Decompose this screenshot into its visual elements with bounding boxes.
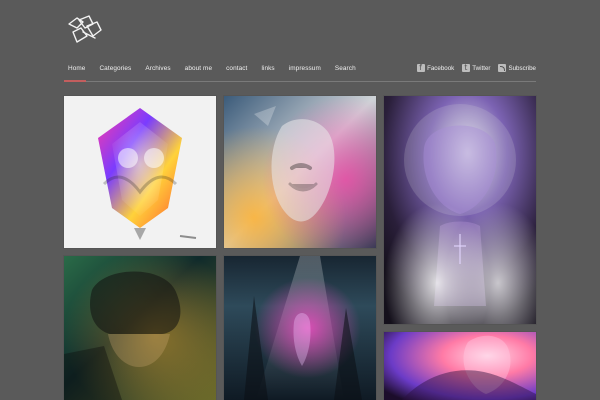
artwork-tile-2[interactable]: [224, 96, 376, 248]
nav-active-indicator: [64, 80, 86, 82]
facebook-label: Facebook: [427, 64, 455, 72]
primary-navigation: Home Categories Archives about me contac…: [68, 65, 370, 72]
artwork-image-5: [224, 256, 376, 400]
artwork-tile-6[interactable]: [384, 332, 536, 400]
artwork-tile-3[interactable]: [384, 96, 536, 324]
twitter-icon: [462, 63, 471, 72]
subscribe-label: Subscribe: [508, 64, 536, 72]
nav-contact[interactable]: contact: [226, 65, 247, 72]
nav-divider: [64, 81, 536, 82]
nav-categories[interactable]: Categories: [99, 65, 131, 72]
facebook-link[interactable]: Facebook: [417, 63, 455, 72]
nav-links[interactable]: links: [261, 65, 274, 72]
artwork-image-3: [384, 96, 536, 324]
artwork-tile-4[interactable]: [64, 256, 216, 400]
facebook-icon: [417, 63, 426, 72]
artwork-tile-1[interactable]: [64, 96, 216, 248]
nav-home[interactable]: Home: [68, 65, 85, 72]
stylized-signature-logo-icon: [68, 15, 102, 43]
social-links: Facebook Twitter Subscribe: [409, 63, 536, 72]
nav-archives[interactable]: Archives: [145, 65, 170, 72]
site-logo[interactable]: [67, 14, 103, 44]
twitter-link[interactable]: Twitter: [462, 63, 491, 72]
twitter-label: Twitter: [472, 64, 491, 72]
artwork-image-1: [64, 96, 216, 248]
artwork-tile-5[interactable]: [224, 256, 376, 400]
nav-search[interactable]: Search: [335, 65, 356, 72]
nav-impressum[interactable]: impressum: [289, 65, 321, 72]
subscribe-link[interactable]: Subscribe: [498, 64, 536, 72]
artwork-image-4: [64, 256, 216, 400]
artwork-image-6: [384, 332, 536, 400]
artwork-image-2: [224, 96, 376, 248]
nav-about-me[interactable]: about me: [185, 65, 212, 72]
rss-icon: [498, 64, 507, 72]
